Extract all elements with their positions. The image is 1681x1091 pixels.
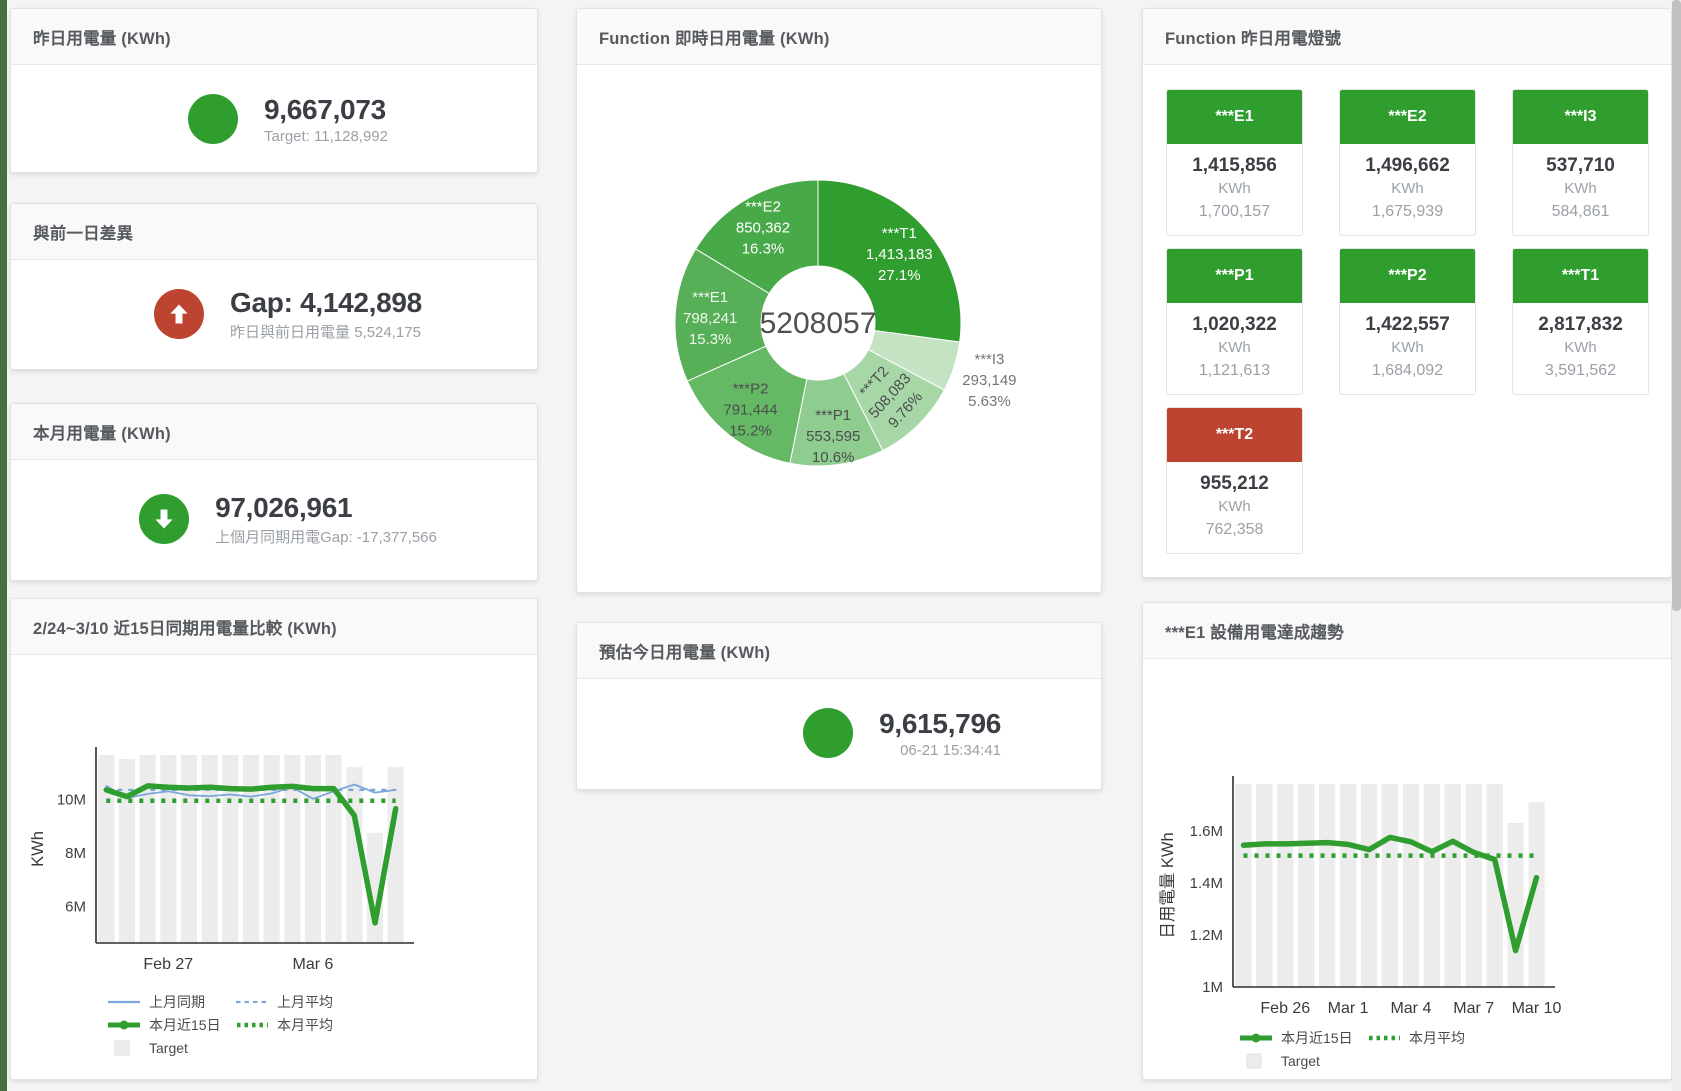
legend-item[interactable]: 本月平均 — [234, 1013, 362, 1036]
tile-value: 1,496,662 — [1342, 153, 1473, 178]
svg-text:1.4M: 1.4M — [1190, 875, 1223, 892]
panel-title: 2/24~3/10 近15日同期用電量比較 (KWh) — [33, 615, 337, 639]
sidebar-edge — [0, 0, 7, 1091]
down-arrow-icon — [139, 494, 189, 544]
yesterday-target: Target: 11,128,992 — [264, 128, 388, 145]
panel-month-usage: 本月用電量 (KWh) 97,026,961 上個月同期用電Gap: -17,3… — [10, 403, 538, 581]
scrollbar-thumb[interactable] — [1672, 0, 1681, 611]
panel-title: 本月用電量 (KWh) — [33, 420, 171, 444]
yesterday-value: 9,667,073 — [264, 94, 388, 125]
status-circle-green — [803, 708, 853, 758]
svg-text:***I3293,1495.63%: ***I3293,1495.63% — [962, 351, 1016, 410]
tile-name: ***P2 — [1340, 249, 1475, 303]
legend-item[interactable]: Target — [106, 1036, 234, 1059]
panel-day-gap: 與前一日差異 Gap: 4,142,898 昨日與前日用電量 5,524,175 — [10, 203, 538, 370]
donut-chart: ***T11,413,18327.1%***I3293,1495.63%***T… — [577, 65, 1101, 593]
tile-unit: KWh — [1342, 337, 1473, 359]
panel-title: Function 昨日用電燈號 — [1165, 25, 1341, 49]
status-tile: ***T1 2,817,832 KWh 3,591,562 — [1512, 248, 1649, 395]
tile-target: 1,700,157 — [1169, 200, 1300, 223]
panel-title: Function 即時日用電量 (KWh) — [599, 25, 830, 49]
tile-target: 1,675,939 — [1342, 200, 1473, 223]
legend-item[interactable]: 本月平均 — [1366, 1026, 1494, 1049]
svg-text:1.6M: 1.6M — [1190, 823, 1223, 840]
tile-unit: KWh — [1515, 178, 1646, 200]
tile-value: 1,415,856 — [1169, 153, 1300, 178]
month-value: 97,026,961 — [215, 492, 437, 523]
panel-estimate: 預估今日用電量 (KWh) 9,615,796 06-21 15:34:41 — [576, 622, 1102, 790]
tile-value: 537,710 — [1515, 153, 1646, 178]
legend-item[interactable]: 本月近15日 — [106, 1013, 234, 1036]
svg-text:Mar 6: Mar 6 — [293, 956, 334, 973]
month-subtext: 上個月同期用電Gap: -17,377,566 — [215, 526, 437, 547]
gap-subtext: 昨日與前日用電量 5,524,175 — [230, 321, 422, 342]
panel-status-lights: Function 昨日用電燈號 ***E1 1,415,856 KWh 1,70… — [1142, 8, 1672, 578]
status-tile: ***T2 955,212 KWh 762,358 — [1166, 407, 1303, 554]
status-tile: ***I3 537,710 KWh 584,861 — [1512, 89, 1649, 236]
tile-unit: KWh — [1169, 178, 1300, 200]
panel-title: ***E1 設備用電達成趨勢 — [1165, 619, 1344, 643]
up-arrow-icon — [154, 289, 204, 339]
svg-text:Feb 26: Feb 26 — [1260, 1000, 1310, 1017]
legend-item[interactable]: 上月平均 — [234, 990, 362, 1013]
panel-title: 昨日用電量 (KWh) — [33, 25, 171, 49]
tile-name: ***E2 — [1340, 90, 1475, 144]
tile-target: 762,358 — [1169, 518, 1300, 541]
svg-text:日用電量 KWh: 日用電量 KWh — [1159, 832, 1177, 938]
estimate-timestamp: 06-21 15:34:41 — [879, 742, 1001, 759]
tile-name: ***P1 — [1167, 249, 1302, 303]
legend-item[interactable]: Target — [1238, 1049, 1366, 1072]
panel-title: 與前一日差異 — [33, 220, 133, 244]
svg-text:KWh: KWh — [29, 831, 47, 867]
panel-compare-chart: 2/24~3/10 近15日同期用電量比較 (KWh) 6M 8M 10M KWh Fe… — [10, 598, 538, 1080]
gap-value: Gap: 4,142,898 — [230, 287, 422, 318]
svg-text:5208057: 5208057 — [760, 307, 877, 340]
status-circle-green — [188, 94, 238, 144]
panel-realtime-donut: Function 即時日用電量 (KWh) ***T11,413,18327.1… — [576, 8, 1102, 593]
status-tile: ***E2 1,496,662 KWh 1,675,939 — [1339, 89, 1476, 236]
tile-target: 1,684,092 — [1342, 359, 1473, 382]
tile-unit: KWh — [1342, 178, 1473, 200]
tile-value: 955,212 — [1169, 471, 1300, 496]
svg-text:Feb 27: Feb 27 — [143, 956, 193, 973]
tile-name: ***T2 — [1167, 408, 1302, 462]
estimate-value: 9,615,796 — [879, 708, 1001, 739]
scrollbar[interactable] — [1672, 0, 1681, 1091]
tile-value: 2,817,832 — [1515, 312, 1646, 337]
tile-unit: KWh — [1169, 496, 1300, 518]
svg-text:1M: 1M — [1202, 979, 1223, 996]
tile-name: ***T1 — [1513, 249, 1648, 303]
panel-e1-trend-chart: ***E1 設備用電達成趨勢 1M 1.2M 1.4M 1.6M 日用電量 KWh Feb… — [1142, 602, 1672, 1080]
status-tile: ***E1 1,415,856 KWh 1,700,157 — [1166, 89, 1303, 236]
svg-text:6M: 6M — [65, 899, 86, 916]
svg-text:Mar 4: Mar 4 — [1390, 1000, 1431, 1017]
tile-target: 3,591,562 — [1515, 359, 1646, 382]
compare-chart: 6M 8M 10M KWh Feb 27 Mar 6 — [11, 655, 537, 990]
tile-value: 1,020,322 — [1169, 312, 1300, 337]
svg-text:8M: 8M — [65, 845, 86, 862]
legend-item[interactable]: 本月近15日 — [1238, 1026, 1366, 1049]
svg-text:10M: 10M — [57, 791, 86, 808]
status-tile: ***P1 1,020,322 KWh 1,121,613 — [1166, 248, 1303, 395]
svg-text:Mar 1: Mar 1 — [1328, 1000, 1369, 1017]
tile-unit: KWh — [1169, 337, 1300, 359]
tile-name: ***E1 — [1167, 90, 1302, 144]
e1-trend-chart: 1M 1.2M 1.4M 1.6M 日用電量 KWh Feb 26 Mar 1 Mar 4 Ma… — [1143, 659, 1671, 1026]
status-tile-grid: ***E1 1,415,856 KWh 1,700,157 ***E2 1,49… — [1143, 65, 1671, 554]
svg-text:1.2M: 1.2M — [1190, 927, 1223, 944]
tile-name: ***I3 — [1513, 90, 1648, 144]
e1-trend-chart-legend: 本月近15日本月平均Target — [1238, 1026, 1518, 1072]
panel-yesterday-usage: 昨日用電量 (KWh) 9,667,073 Target: 11,128,992 — [10, 8, 538, 173]
tile-value: 1,422,557 — [1342, 312, 1473, 337]
panel-title: 預估今日用電量 (KWh) — [599, 639, 770, 663]
svg-text:Mar 10: Mar 10 — [1512, 1000, 1562, 1017]
tile-target: 584,861 — [1515, 200, 1646, 223]
compare-chart-legend: 上月同期上月平均本月近15日本月平均Target — [106, 990, 386, 1059]
status-tile: ***P2 1,422,557 KWh 1,684,092 — [1339, 248, 1476, 395]
legend-item[interactable]: 上月同期 — [106, 990, 234, 1013]
tile-target: 1,121,613 — [1169, 359, 1300, 382]
tile-unit: KWh — [1515, 337, 1646, 359]
svg-text:Mar 7: Mar 7 — [1453, 1000, 1494, 1017]
